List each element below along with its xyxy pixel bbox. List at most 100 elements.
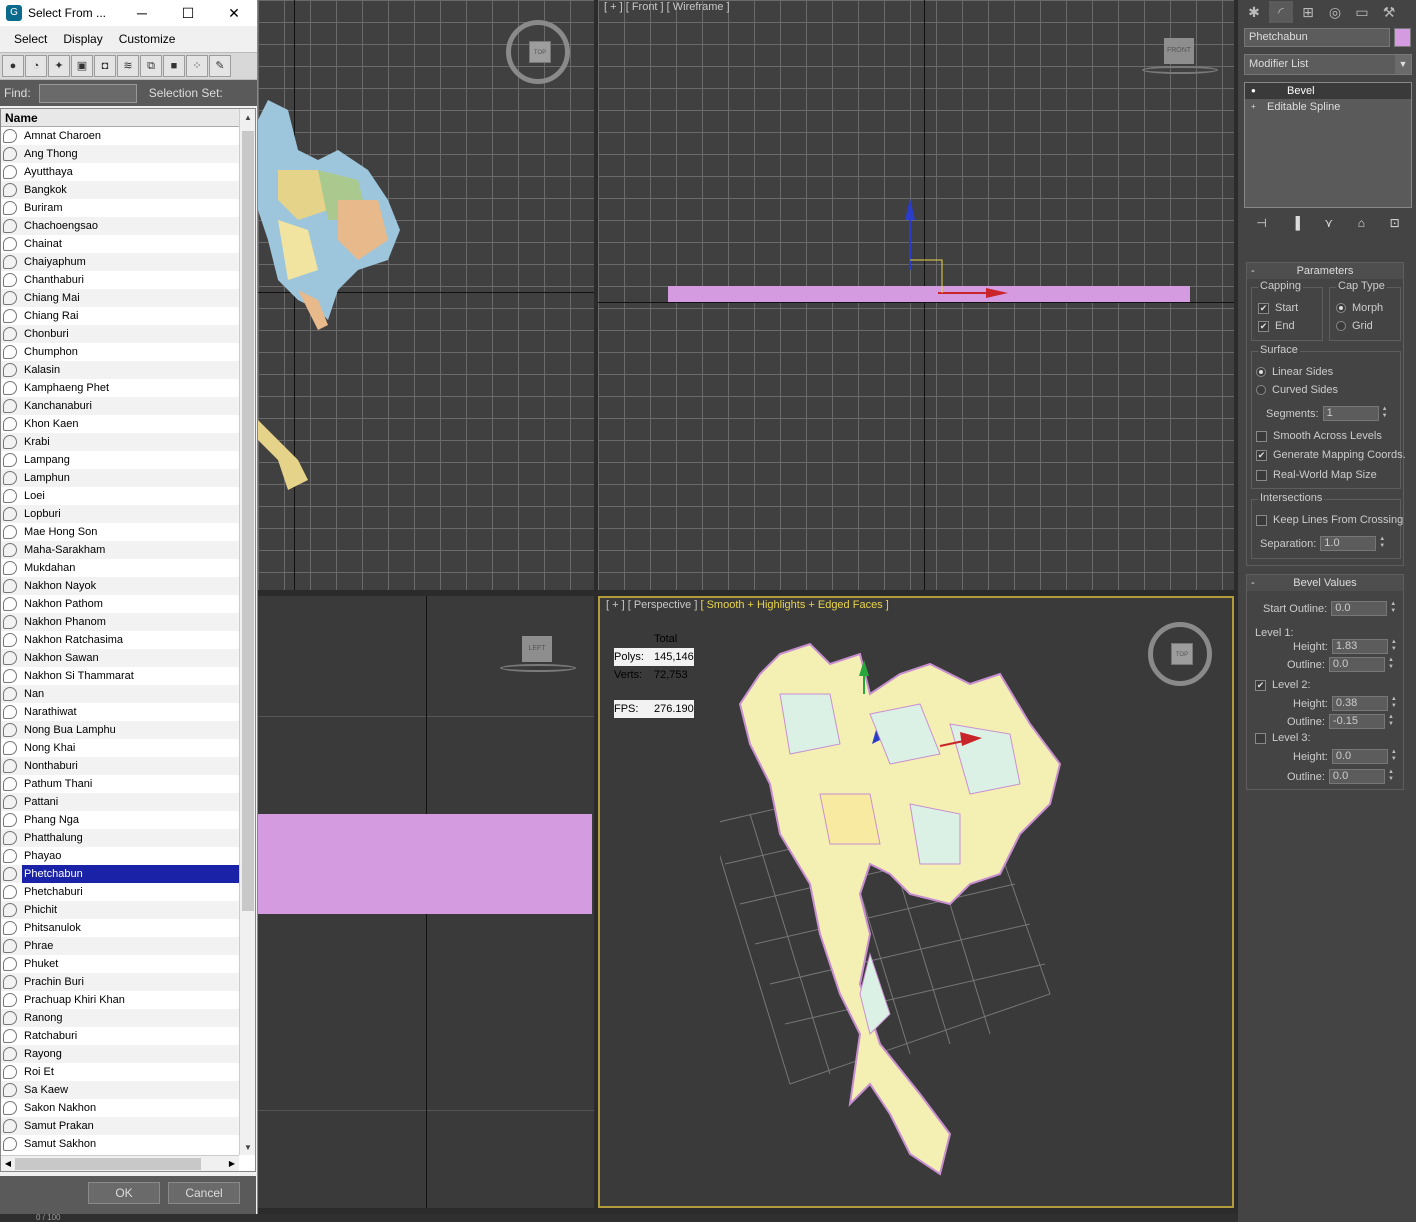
curved-sides-radio[interactable]: Curved Sides [1256, 384, 1338, 396]
list-item[interactable]: Phetchaburi [1, 883, 239, 901]
level2-height-spinner[interactable]: Height: 0.38 ▲ ▼ [1293, 696, 1398, 711]
level1-height-spinner[interactable]: Height: 1.83 ▲ ▼ [1293, 639, 1398, 654]
level3-checkbox[interactable]: Level 3: [1255, 732, 1311, 744]
scroll-up-icon[interactable]: ▲ [240, 111, 256, 125]
top-viewport[interactable]: TOP [258, 0, 594, 590]
list-item[interactable]: Krabi [1, 433, 239, 451]
stack-item-editable-spline[interactable]: + Editable Spline [1245, 99, 1411, 115]
expand-plus-icon[interactable]: + [1251, 102, 1260, 111]
list-item[interactable]: Phetchabun [1, 865, 239, 883]
list-item[interactable]: Phitsanulok [1, 919, 239, 937]
list-item[interactable]: Lampang [1, 451, 239, 469]
level1-outline-spinner[interactable]: Outline: 0.0 ▲ ▼ [1287, 657, 1395, 672]
all-icon[interactable]: ✎ [209, 55, 231, 77]
list-item[interactable]: Pathum Thani [1, 775, 239, 793]
vertical-scroll-thumb[interactable] [242, 131, 254, 911]
list-item[interactable]: Nakhon Phanom [1, 613, 239, 631]
list-item[interactable]: Chanthaburi [1, 271, 239, 289]
list-item[interactable]: Kalasin [1, 361, 239, 379]
minimize-button[interactable]: ─ [119, 5, 165, 21]
list-item[interactable]: Chiang Rai [1, 307, 239, 325]
horizontal-scrollbar[interactable]: ◀ ▶ [1, 1155, 239, 1171]
list-item[interactable]: Ayutthaya [1, 163, 239, 181]
maximize-button[interactable]: ☐ [165, 5, 211, 22]
cap-end-checkbox[interactable]: ✔ End [1258, 320, 1295, 332]
list-item[interactable]: Rayong [1, 1045, 239, 1063]
front-viewport-label[interactable]: [ + ] [ Front ] [ Wireframe ] [604, 1, 730, 13]
list-item[interactable]: Nakhon Sawan [1, 649, 239, 667]
segments-spinner[interactable]: Segments: 1 ▲ ▼ [1266, 406, 1389, 421]
list-item[interactable]: Roi Et [1, 1063, 239, 1081]
real-world-map-size-checkbox[interactable]: Real-World Map Size [1256, 469, 1377, 481]
list-item[interactable]: Bangkok [1, 181, 239, 199]
menu-select[interactable]: Select [6, 32, 55, 46]
list-item[interactable]: Chaiyaphum [1, 253, 239, 271]
list-item[interactable]: Kamphaeng Phet [1, 379, 239, 397]
spacewarps-icon[interactable]: ≋ [117, 55, 139, 77]
helpers-icon[interactable]: ◘ [94, 55, 116, 77]
menu-customize[interactable]: Customize [111, 32, 184, 46]
list-item[interactable]: Sakon Nakhon [1, 1099, 239, 1117]
level3-outline-spinner[interactable]: Outline: 0.0 ▲ ▼ [1287, 769, 1395, 784]
horizontal-scroll-thumb[interactable] [15, 1158, 201, 1170]
name-column-header[interactable]: Name ▲ [1, 109, 255, 127]
lightbulb-icon[interactable]: ● [1251, 86, 1260, 95]
list-item[interactable]: Chonburi [1, 325, 239, 343]
list-item[interactable]: Samut Sakhon [1, 1135, 239, 1153]
separation-spinner[interactable]: Separation: 1.0 ▲ ▼ [1260, 536, 1386, 551]
keep-lines-checkbox[interactable]: Keep Lines From Crossing [1256, 514, 1403, 526]
display-icon[interactable]: ▭ [1350, 1, 1374, 23]
bones-icon[interactable]: ⁘ [186, 55, 208, 77]
level2-checkbox[interactable]: ✔ Level 2: [1255, 679, 1311, 691]
list-item[interactable]: Lopburi [1, 505, 239, 523]
list-item[interactable]: Ranong [1, 1009, 239, 1027]
geometry-icon[interactable]: ● [2, 55, 24, 77]
cameras-icon[interactable]: ▣ [71, 55, 93, 77]
object-color-swatch[interactable] [1394, 28, 1411, 47]
list-item[interactable]: Nong Khai [1, 739, 239, 757]
list-item[interactable]: Phang Nga [1, 811, 239, 829]
left-viewport[interactable]: LEFT [258, 596, 594, 1208]
configure-sets-icon[interactable]: ⊡ [1390, 216, 1400, 230]
parameters-rollout-title[interactable]: - Parameters [1247, 263, 1403, 279]
cap-morph-radio[interactable]: Morph [1336, 302, 1383, 314]
vertical-scrollbar[interactable]: ▲ ▼ [239, 109, 255, 1155]
bevel-values-rollout-title[interactable]: - Bevel Values [1247, 575, 1403, 591]
selection-set-label[interactable]: Selection Set: [149, 86, 223, 100]
list-item[interactable]: Prachin Buri [1, 973, 239, 991]
object-name-field[interactable]: Phetchabun [1244, 28, 1390, 47]
list-item[interactable]: Phuket [1, 955, 239, 973]
list-item[interactable]: Nakhon Nayok [1, 577, 239, 595]
list-item[interactable]: Ang Thong [1, 145, 239, 163]
perspective-viewcube[interactable]: TOP [1148, 622, 1212, 686]
cap-start-checkbox[interactable]: ✔ Start [1258, 302, 1298, 314]
hierarchy-icon[interactable]: ⊞ [1296, 1, 1320, 23]
thailand-map-perspective[interactable] [720, 634, 1080, 1184]
list-item[interactable]: Pattani [1, 793, 239, 811]
level2-outline-spinner[interactable]: Outline: -0.15 ▲ ▼ [1287, 714, 1395, 729]
make-unique-icon[interactable]: ⋎ [1324, 216, 1333, 230]
pin-stack-icon[interactable]: ⊣ [1256, 216, 1266, 230]
smooth-across-levels-checkbox[interactable]: Smooth Across Levels [1256, 430, 1382, 442]
list-item[interactable]: Chachoengsao [1, 217, 239, 235]
list-item[interactable]: Chainat [1, 235, 239, 253]
list-item[interactable]: Samut Prakan [1, 1117, 239, 1135]
lights-icon[interactable]: ✦ [48, 55, 70, 77]
list-item[interactable]: Phichit [1, 901, 239, 919]
list-item[interactable]: Chumphon [1, 343, 239, 361]
list-item[interactable]: Khon Kaen [1, 415, 239, 433]
modify-icon[interactable]: ◜ [1269, 1, 1293, 23]
list-item[interactable]: Mae Hong Son [1, 523, 239, 541]
front-viewport[interactable]: [ + ] [ Front ] [ Wireframe ] FRONT [598, 0, 1234, 590]
top-viewcube[interactable]: TOP [506, 20, 570, 84]
dialog-titlebar[interactable]: G Select From ... ─ ☐ ✕ [0, 0, 257, 26]
xrefs-icon[interactable]: ■ [163, 55, 185, 77]
create-icon[interactable]: ✱ [1242, 1, 1266, 23]
list-item[interactable]: Nong Bua Lamphu [1, 721, 239, 739]
perspective-viewport[interactable]: [ + ] [ Perspective ] [ Smooth + Highlig… [598, 596, 1234, 1208]
list-item[interactable]: Nakhon Pathom [1, 595, 239, 613]
motion-icon[interactable]: ◎ [1323, 1, 1347, 23]
remove-modifier-icon[interactable]: ⌂ [1358, 216, 1365, 230]
list-item[interactable]: Kanchanaburi [1, 397, 239, 415]
list-item[interactable]: Buriram [1, 199, 239, 217]
